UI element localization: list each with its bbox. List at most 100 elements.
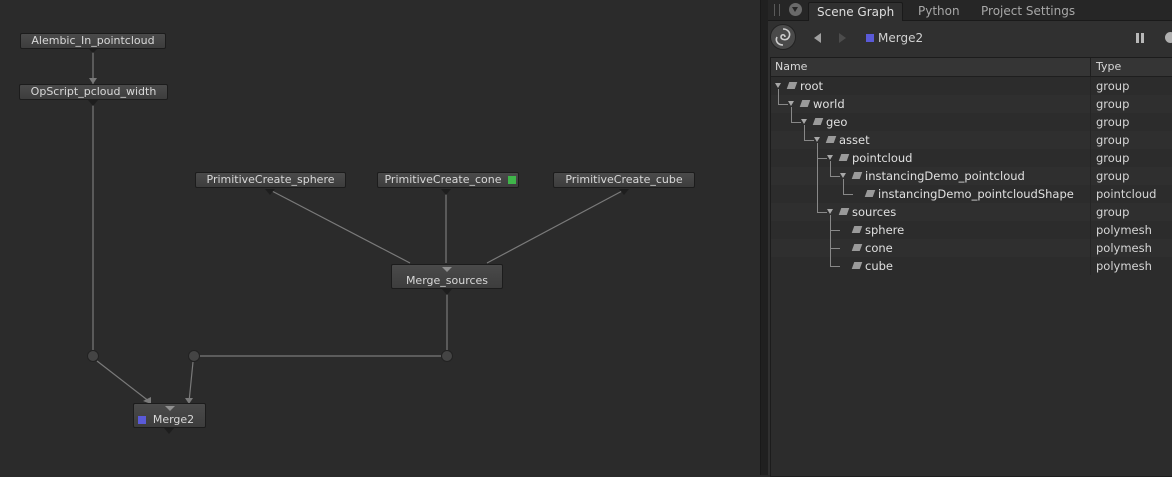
forward-arrow-icon[interactable] [839,33,846,43]
row-type: group [1096,169,1130,183]
tab-grip-icon[interactable] [774,4,780,16]
input-port-icon [164,406,175,411]
tree-guide-line [830,266,840,267]
node-merge-sources[interactable]: Merge_sources [391,264,503,289]
edited-flag-icon [508,176,516,184]
row-name: world [813,97,845,111]
tree-guide-line [830,230,840,231]
dot-node-left [87,350,99,362]
location-icon [838,208,850,215]
node-alembic-in[interactable]: Alembic_In_pointcloud [20,33,166,49]
node-label: PrimitiveCreate_cone [384,173,502,186]
row-type: polymesh [1096,259,1152,273]
expand-arrow-icon[interactable] [840,173,846,178]
node-label: PrimitiveCreate_sphere [206,173,335,186]
row-name: pointcloud [852,151,913,165]
output-port-merge-sources [442,289,452,295]
wire-cube-merge [486,189,625,264]
node-primitive-sphere[interactable]: PrimitiveCreate_sphere [195,172,346,188]
swirl-icon [775,28,791,46]
output-port-merge2 [164,428,174,434]
tree-guide-line [778,104,788,105]
gear-icon[interactable] [1165,32,1172,43]
column-header-name[interactable]: Name [775,60,807,73]
column-divider [1090,257,1091,275]
row-name: root [800,79,824,93]
row-name: cube [865,259,893,273]
tree-guide-line [817,212,827,213]
tree-guide-line [778,89,779,104]
column-divider [1090,185,1091,203]
node-primitive-cube[interactable]: PrimitiveCreate_cube [553,172,695,188]
tree-row[interactable]: sources group [771,203,1172,221]
node-graph-panel[interactable]: Alembic_In_pointcloud OpScript_pcloud_wi… [0,0,760,475]
node-primitive-cone[interactable]: PrimitiveCreate_cone [377,172,519,188]
row-type: group [1096,151,1130,165]
scene-graph-panel: Scene Graph Python Project Settings Merg… [768,0,1172,477]
tree-guide-line [804,140,814,141]
row-type: group [1096,133,1130,147]
row-name: sources [852,205,897,219]
view-node-flag-icon [866,34,874,42]
pause-icon[interactable] [1135,33,1145,43]
tree-row[interactable]: pointcloud group [771,149,1172,167]
tree-row[interactable]: world group [771,95,1172,113]
expand-arrow-icon[interactable] [775,83,781,88]
wire-sphere-merge [269,189,411,264]
row-type: polymesh [1096,223,1152,237]
location-icon [864,190,876,197]
column-header-type[interactable]: Type [1096,60,1121,73]
expand-arrow-icon[interactable] [801,119,807,124]
tab-scene-graph[interactable]: Scene Graph [808,2,904,21]
column-divider[interactable] [1090,58,1091,76]
tree-guide-line [830,176,840,177]
tab-project-settings[interactable]: Project Settings [973,2,1083,20]
row-type: group [1096,205,1130,219]
location-icon [851,226,863,233]
tab-python[interactable]: Python [910,2,968,20]
katana-logo-icon[interactable] [770,24,796,50]
location-icon [838,154,850,161]
row-name: geo [826,115,848,129]
location-icon [851,262,863,269]
dot-node-right [441,350,453,362]
location-icon [851,172,863,179]
node-label: Merge2 [152,413,195,426]
tree-row[interactable]: asset group [771,131,1172,149]
row-type: group [1096,115,1130,129]
back-arrow-icon[interactable] [814,33,821,43]
node-label: Alembic_In_pointcloud [31,34,155,47]
column-divider [1090,113,1091,131]
tree-row[interactable]: instancingDemo_pointcloudShape pointcloud [771,185,1172,203]
row-type: pointcloud [1096,187,1157,201]
tab-bar: Scene Graph Python Project Settings [768,0,1172,21]
expand-arrow-icon[interactable] [788,101,794,106]
row-name: instancingDemo_pointcloud [865,169,1025,183]
tree-row[interactable]: geo group [771,113,1172,131]
column-divider [1090,95,1091,113]
viewed-node-label: Merge2 [878,31,924,45]
output-port-cone [441,189,451,195]
wire-dot-merge2-b [188,361,194,403]
row-name: sphere [865,223,905,237]
node-label: PrimitiveCreate_cube [565,173,683,186]
tree-guide-line [843,179,844,194]
tree-guide-line [830,248,840,249]
column-divider [1090,239,1091,257]
tree-row[interactable]: root group [771,77,1172,95]
expand-arrow-icon[interactable] [814,137,820,142]
expand-arrow-icon[interactable] [827,155,833,160]
column-divider [1090,203,1091,221]
node-wires [87,49,629,434]
output-port-opscript [88,100,98,106]
node-opscript[interactable]: OpScript_pcloud_width [19,84,168,100]
tree-guide-line [804,125,805,140]
tree-guide-line [830,215,831,266]
scene-graph-tree[interactable]: Name Type root group world group geo group ass… [770,57,1172,477]
tab-menu-icon[interactable] [789,3,802,16]
node-merge2[interactable]: Merge2 [133,403,206,428]
location-icon [799,100,811,107]
row-type: group [1096,79,1130,93]
expand-arrow-icon[interactable] [827,209,833,214]
location-icon [825,136,837,143]
